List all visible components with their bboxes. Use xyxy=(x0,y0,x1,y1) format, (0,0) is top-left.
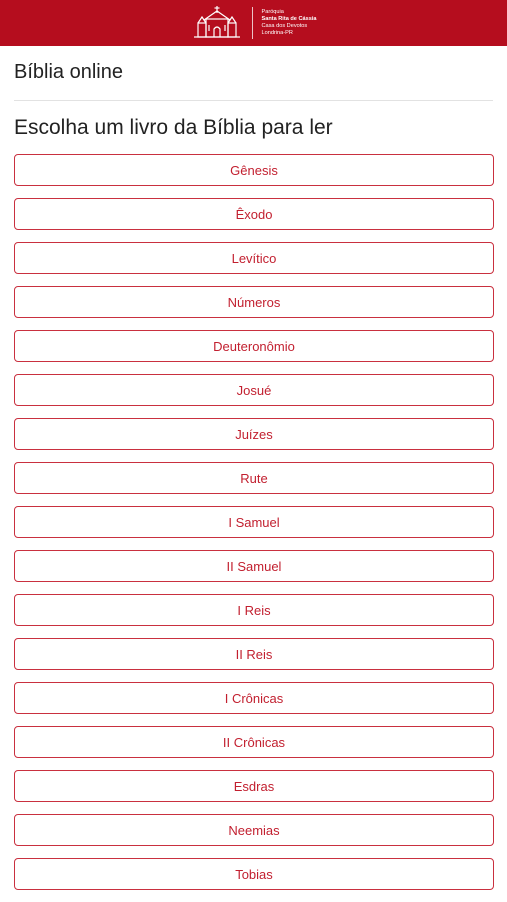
logo-line-4: Londrina-PR xyxy=(261,30,293,36)
list-item: Josué xyxy=(14,374,494,418)
list-item: II Samuel xyxy=(14,550,494,594)
book-button-i-cronicas[interactable]: I Crônicas xyxy=(14,682,494,714)
book-button-neemias[interactable]: Neemias xyxy=(14,814,494,846)
logo-divider xyxy=(252,7,254,39)
list-item: Gênesis xyxy=(14,154,494,198)
logo-text: Paróquia Santa Rita de Cássia Casa dos D… xyxy=(261,9,316,37)
list-item: Neemias xyxy=(14,814,494,858)
book-button-ii-cronicas[interactable]: II Crônicas xyxy=(14,726,494,758)
book-button-juizes[interactable]: Juízes xyxy=(14,418,494,450)
book-button-genesis[interactable]: Gênesis xyxy=(14,154,494,186)
list-item: Números xyxy=(14,286,494,330)
divider xyxy=(14,100,493,101)
list-item: Juízes xyxy=(14,418,494,462)
book-list: Gênesis Êxodo Levítico Números Deuteronô… xyxy=(14,154,494,902)
list-item: I Reis xyxy=(14,594,494,638)
top-bar: Paróquia Santa Rita de Cássia Casa dos D… xyxy=(0,0,507,46)
book-button-ii-reis[interactable]: II Reis xyxy=(14,638,494,670)
list-item: Esdras xyxy=(14,770,494,814)
book-button-josue[interactable]: Josué xyxy=(14,374,494,406)
page-subtitle: Escolha um livro da Bíblia para ler xyxy=(14,116,333,139)
book-button-deuteronomio[interactable]: Deuteronômio xyxy=(14,330,494,362)
book-button-esdras[interactable]: Esdras xyxy=(14,770,494,802)
list-item: I Crônicas xyxy=(14,682,494,726)
list-item: I Samuel xyxy=(14,506,494,550)
book-button-i-reis[interactable]: I Reis xyxy=(14,594,494,626)
list-item: II Crônicas xyxy=(14,726,494,770)
list-item: Deuteronômio xyxy=(14,330,494,374)
logo-line-3: Casa dos Devotos xyxy=(261,23,308,29)
book-button-tobias[interactable]: Tobias xyxy=(14,858,494,890)
logo-line-1: Paróquia xyxy=(261,9,284,15)
list-item: Rute xyxy=(14,462,494,506)
list-item: II Reis xyxy=(14,638,494,682)
list-item: Êxodo xyxy=(14,198,494,242)
book-button-rute[interactable]: Rute xyxy=(14,462,494,494)
parish-logo[interactable]: Paróquia Santa Rita de Cássia Casa dos D… xyxy=(190,5,317,41)
book-button-ii-samuel[interactable]: II Samuel xyxy=(14,550,494,582)
book-button-i-samuel[interactable]: I Samuel xyxy=(14,506,494,538)
book-button-exodo[interactable]: Êxodo xyxy=(14,198,494,230)
book-button-numeros[interactable]: Números xyxy=(14,286,494,318)
church-icon xyxy=(194,6,241,38)
list-item: Levítico xyxy=(14,242,494,286)
logo-line-2: Santa Rita de Cássia xyxy=(261,16,317,22)
page-title: Bíblia online xyxy=(14,61,123,83)
list-item: Tobias xyxy=(14,858,494,902)
book-button-levitico[interactable]: Levítico xyxy=(14,242,494,274)
